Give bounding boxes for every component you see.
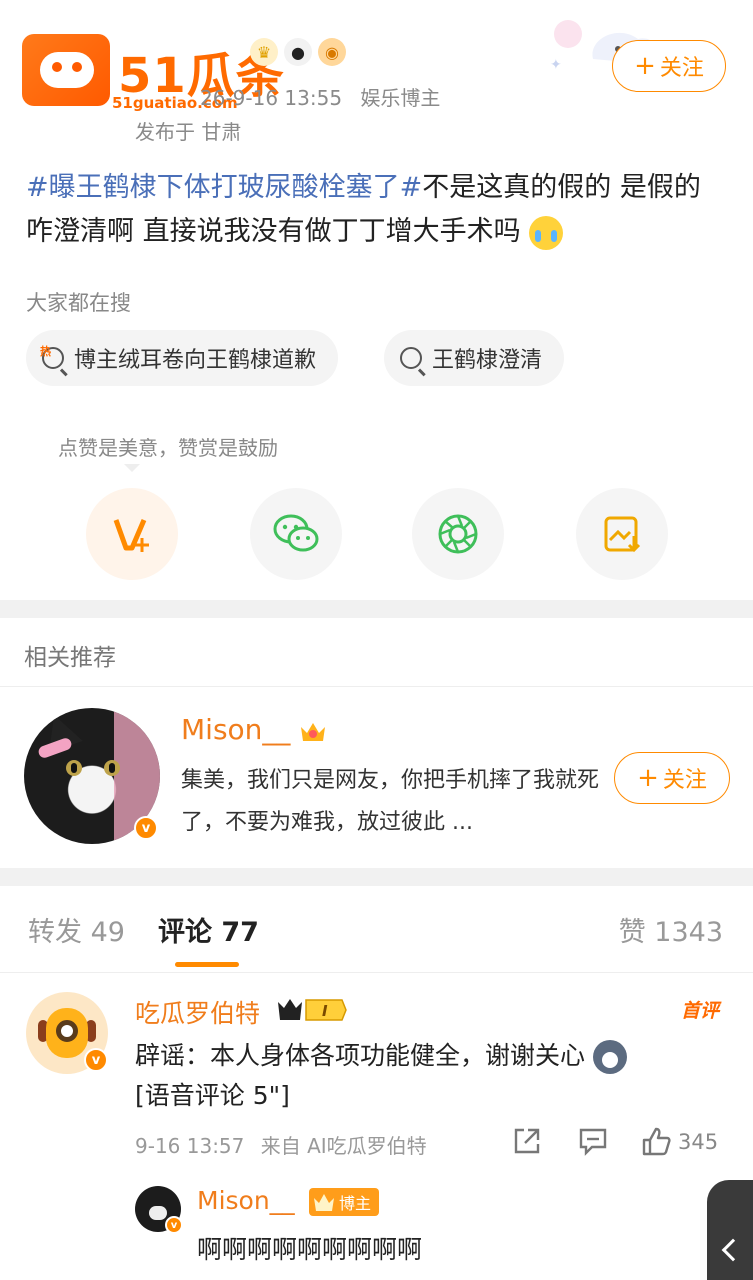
- search-section-title: 大家都在搜: [26, 291, 131, 315]
- search-chip-1[interactable]: 王鹤棣澄清: [384, 330, 565, 386]
- search-chip-label: 王鹤棣澄清: [432, 348, 543, 373]
- recommend-name[interactable]: Mison__: [181, 713, 327, 746]
- voice-comment[interactable]: [语音评论 5"]: [135, 1081, 290, 1110]
- pufferfish-icon: ◉: [318, 38, 346, 66]
- comment-body: 辟谣：本人身体各项功能健全，谢谢关心: [135, 1041, 586, 1070]
- author-badge-text: 博主: [339, 1194, 372, 1213]
- level-badge-icon: I: [278, 999, 347, 1021]
- comment-share-button[interactable]: [512, 1126, 542, 1156]
- verified-badge-icon: v: [165, 1216, 183, 1234]
- like-count: 345: [678, 1130, 719, 1154]
- search-icon: [400, 347, 422, 369]
- follow-button[interactable]: + 关注: [612, 40, 726, 92]
- user-badges: ♛ ● ◉: [250, 38, 346, 66]
- section-divider: [0, 868, 753, 886]
- reply-block: v Mison__ 博主 啊啊啊啊啊啊啊啊啊: [135, 1180, 725, 1280]
- chevron-left-icon: [721, 1238, 745, 1262]
- reward-icon: [113, 519, 149, 552]
- svg-text:✦: ✦: [550, 57, 562, 73]
- comment-icon: [579, 1128, 607, 1156]
- hot-label: 热: [40, 345, 51, 358]
- section-divider: [0, 600, 753, 618]
- recommend-follow-button[interactable]: + 关注: [614, 752, 730, 804]
- side-collapse-tab[interactable]: [707, 1180, 753, 1280]
- save-image-button[interactable]: [576, 488, 668, 580]
- share-wechat-button[interactable]: [250, 488, 342, 580]
- panda-icon: ●: [284, 38, 312, 66]
- moments-icon: [438, 514, 478, 554]
- post-location: 发布于 甘肃: [135, 120, 242, 144]
- post-meta: 26-9-16 13:55 娱乐博主: [200, 82, 440, 111]
- comment-source: 来自 AI吃瓜罗伯特: [260, 1134, 427, 1158]
- thin-divider: [0, 686, 753, 687]
- comment-reply-button[interactable]: [578, 1126, 608, 1156]
- search-chip-0[interactable]: 热 博主绒耳卷向王鹤棣道歉: [26, 330, 339, 386]
- husky-emoji-icon: [592, 1040, 627, 1074]
- author-badge: 博主: [309, 1188, 380, 1216]
- comment-like-button[interactable]: 345: [640, 1126, 718, 1158]
- reward-button[interactable]: [86, 488, 178, 580]
- comment-meta: 9-16 13:57 来自 AI吃瓜罗伯特: [135, 1130, 427, 1159]
- first-comment-badge: 首评: [680, 1000, 719, 1022]
- post-content: #曝王鹤棣下体打玻尿酸栓塞了#不是这真的假的 是假的咋澄清啊 直接说我没有做丁丁…: [26, 166, 726, 254]
- tab-comment[interactable]: 评论 77: [158, 910, 259, 949]
- tab-like[interactable]: 赞 1343: [619, 910, 723, 949]
- follow-label: 关注: [659, 56, 704, 81]
- tab-divider: [0, 972, 753, 973]
- reply-text: 啊啊啊啊啊啊啊啊啊: [197, 1235, 423, 1264]
- crown-level-icon: [301, 723, 326, 741]
- reply-author[interactable]: Mison__: [197, 1186, 295, 1215]
- comment-time: 9-16 13:57: [135, 1134, 245, 1158]
- tip-caret: [124, 464, 140, 472]
- follow-label: 关注: [662, 768, 707, 793]
- plus-icon: +: [634, 51, 656, 81]
- verified-badge-icon: v: [84, 1048, 108, 1072]
- wechat-icon: [273, 514, 319, 552]
- share-icon: [514, 1128, 540, 1154]
- crown-badge-icon: ♛: [250, 38, 278, 66]
- plus-icon: +: [637, 763, 659, 793]
- save-image-icon: [604, 516, 641, 553]
- user-role: 娱乐博主: [360, 86, 441, 110]
- comment-author[interactable]: 吃瓜罗伯特: [135, 994, 260, 1030]
- search-chip-label: 博主绒耳卷向王鹤棣道歉: [74, 348, 317, 373]
- tab-repost[interactable]: 转发 49: [28, 910, 125, 949]
- level-text: I: [322, 1002, 328, 1020]
- active-tab-indicator: [175, 962, 239, 967]
- share-moments-button[interactable]: [412, 488, 504, 580]
- hashtag-link[interactable]: #曝王鹤棣下体打玻尿酸栓塞了#: [26, 172, 422, 203]
- recommend-desc: 集美，我们只是网友，你把手机摔了我就死了，不要为难我，放过彼此 ...: [181, 768, 600, 835]
- reward-tip: 点赞是美意，赞赏是鼓励: [58, 436, 278, 460]
- verified-badge-icon: v: [134, 816, 158, 840]
- comment-text: 辟谣：本人身体各项功能健全，谢谢关心 [语音评论 5"]: [135, 1036, 715, 1116]
- recommend-title: 相关推荐: [24, 645, 116, 671]
- search-icon: 热: [40, 345, 64, 369]
- recommend-name-text: Mison__: [181, 713, 291, 746]
- thumbs-up-icon: [642, 1127, 671, 1156]
- post-time: 26-9-16 13:55: [200, 86, 343, 110]
- crown-level-icon: [314, 1194, 334, 1211]
- crying-emoji-icon: [529, 215, 564, 250]
